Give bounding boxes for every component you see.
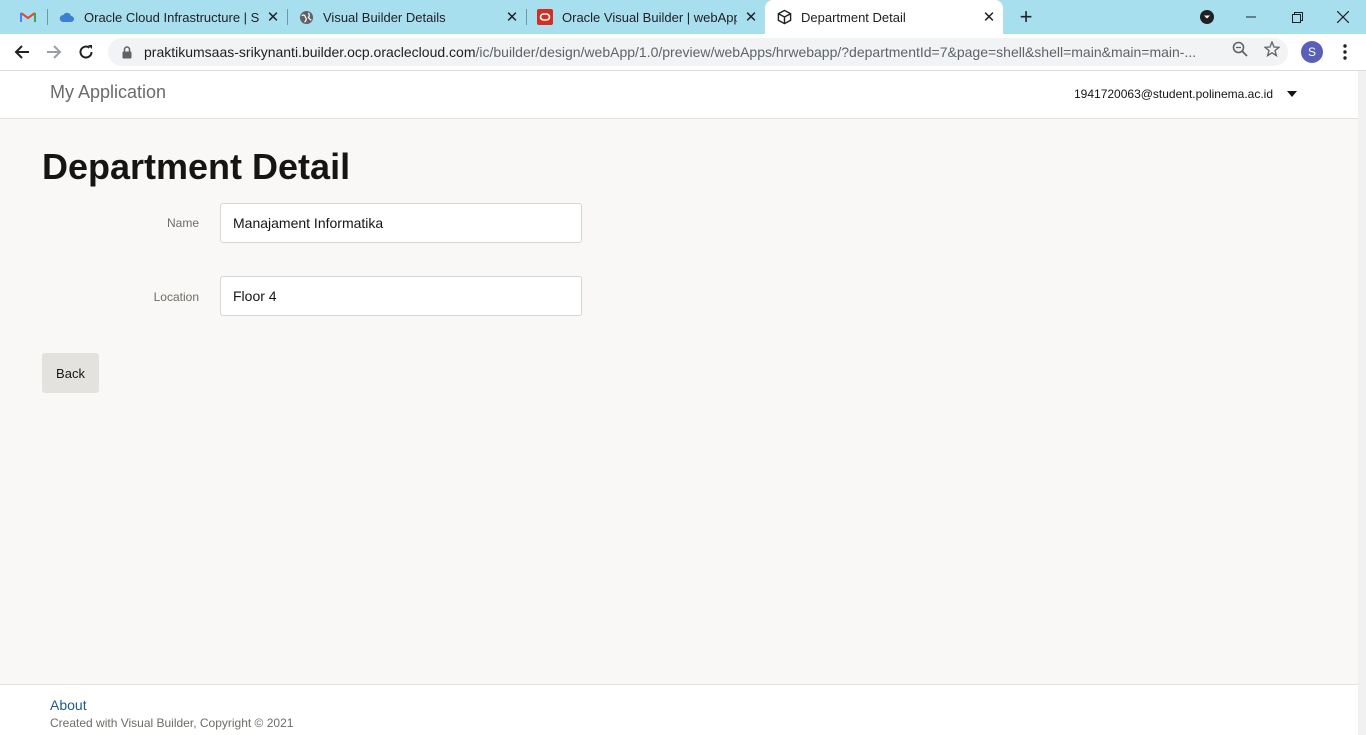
browser-tabstrip: Oracle Cloud Infrastructure | Sign ✕ Vis… — [0, 0, 1366, 34]
window-close-icon[interactable] — [1320, 0, 1366, 34]
url-host: praktikumsaas-srikynanti.builder.ocp.ora… — [144, 44, 476, 60]
tab-separator — [526, 9, 527, 25]
name-field[interactable]: Manajament Informatika — [220, 203, 582, 243]
caret-down-icon[interactable] — [1287, 91, 1297, 97]
browser-toolbar: praktikumsaas-srikynanti.builder.ocp.ora… — [0, 34, 1366, 71]
url-text[interactable]: praktikumsaas-srikynanti.builder.ocp.ora… — [144, 44, 1220, 60]
app-header: My Application 1941720063@student.poline… — [0, 71, 1358, 119]
zoom-icon[interactable] — [1231, 40, 1249, 58]
url-path: /ic/builder/design/webApp/1.0/preview/we… — [475, 44, 1197, 60]
user-email[interactable]: 1941720063@student.polinema.ac.id — [1074, 87, 1273, 101]
oracle-icon — [537, 9, 553, 25]
page-scrollbar[interactable] — [1358, 71, 1366, 735]
profile-avatar[interactable]: S — [1301, 41, 1323, 63]
user-menu[interactable]: 1941720063@student.polinema.ac.id — [1074, 87, 1297, 101]
close-icon[interactable]: ✕ — [743, 9, 759, 26]
close-icon[interactable]: ✕ — [504, 9, 520, 26]
lock-icon[interactable] — [120, 45, 134, 59]
tab-search-icon[interactable] — [1184, 0, 1230, 34]
location-label: Location — [153, 290, 199, 304]
name-label: Name — [166, 216, 199, 230]
app-title[interactable]: My Application — [50, 82, 166, 103]
tab-gmail[interactable] — [10, 0, 46, 34]
address-bar[interactable]: praktikumsaas-srikynanti.builder.ocp.ora… — [108, 38, 1288, 66]
close-icon[interactable]: ✕ — [981, 9, 997, 26]
new-tab-icon[interactable]: + — [1014, 4, 1038, 29]
more-menu-icon[interactable] — [1335, 40, 1355, 64]
location-field[interactable]: Floor 4 — [220, 276, 582, 316]
forward-arrow-icon[interactable] — [40, 38, 68, 66]
app-footer: About Created with Visual Builder, Copyr… — [0, 684, 1358, 735]
page-title: Department Detail — [42, 146, 351, 187]
tab-oracle-visual-builder[interactable]: Oracle Visual Builder | webApp-1 ✕ — [537, 0, 759, 34]
tab-separator — [47, 9, 48, 25]
tab-separator — [287, 9, 288, 25]
globe-icon — [298, 9, 314, 25]
minimize-icon[interactable] — [1228, 0, 1274, 34]
gmail-icon — [20, 9, 36, 25]
tab-title: Oracle Visual Builder | webApp-1 — [562, 9, 737, 25]
close-icon[interactable]: ✕ — [265, 9, 281, 26]
bookmark-star-icon[interactable] — [1263, 40, 1281, 58]
cube-icon — [776, 9, 792, 25]
back-arrow-icon[interactable] — [8, 38, 36, 66]
tab-title: Visual Builder Details — [323, 9, 446, 25]
tab-title: Oracle Cloud Infrastructure | Sign — [84, 9, 259, 25]
back-button[interactable]: Back — [42, 353, 99, 393]
tab-visual-builder-details[interactable]: Visual Builder Details ✕ — [298, 0, 520, 34]
reload-icon[interactable] — [72, 38, 100, 66]
tab-title: Department Detail — [801, 9, 906, 25]
restore-icon[interactable] — [1274, 0, 1320, 34]
cloud-icon — [59, 9, 75, 25]
tab-department-detail[interactable]: Department Detail ✕ — [765, 0, 1003, 34]
about-link[interactable]: About — [50, 697, 87, 713]
tab-oracle-cloud[interactable]: Oracle Cloud Infrastructure | Sign ✕ — [59, 0, 281, 34]
copyright-text: Created with Visual Builder, Copyright ©… — [50, 716, 294, 730]
